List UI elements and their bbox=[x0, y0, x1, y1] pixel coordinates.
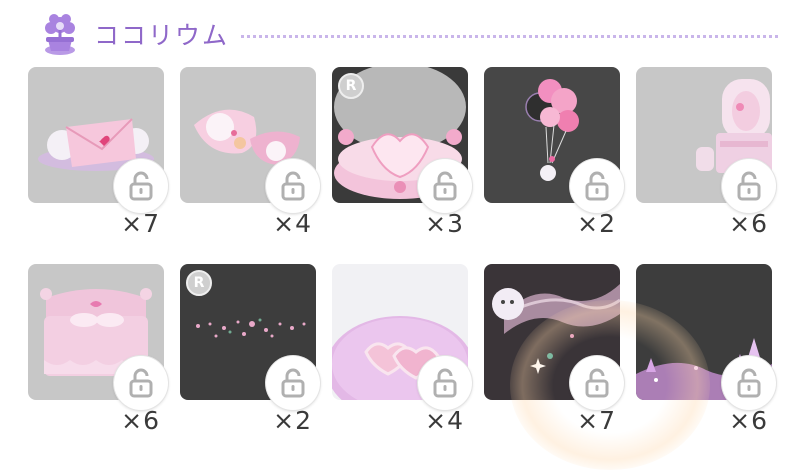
unlock-icon bbox=[129, 171, 153, 201]
unlock-icon bbox=[737, 368, 761, 398]
lock-button[interactable] bbox=[418, 356, 472, 410]
item-count: ×2 bbox=[577, 209, 616, 238]
item-count: ×6 bbox=[729, 406, 768, 435]
unlock-icon bbox=[585, 368, 609, 398]
section-header: ココリウム bbox=[38, 10, 778, 58]
item-grid: ×7 ×4 R ×3 ×2 ×6 ×6 R ×2 ×4 ×7 ×6 bbox=[28, 67, 776, 461]
lock-button[interactable] bbox=[418, 159, 472, 213]
item-count: ×7 bbox=[577, 406, 616, 435]
unlock-icon bbox=[129, 368, 153, 398]
lock-button[interactable] bbox=[570, 159, 624, 213]
lock-button[interactable] bbox=[266, 159, 320, 213]
item-card[interactable]: ×6 bbox=[636, 264, 776, 461]
item-count: ×3 bbox=[425, 209, 464, 238]
item-count: ×6 bbox=[729, 209, 768, 238]
lock-button[interactable] bbox=[722, 356, 776, 410]
unlock-icon bbox=[585, 171, 609, 201]
item-card[interactable]: ×4 bbox=[332, 264, 472, 461]
lock-button[interactable] bbox=[114, 159, 168, 213]
lock-button[interactable] bbox=[722, 159, 776, 213]
dotted-divider bbox=[241, 34, 778, 38]
unlock-icon bbox=[433, 171, 457, 201]
item-card[interactable]: ×4 bbox=[180, 67, 320, 264]
unlock-icon bbox=[433, 368, 457, 398]
item-count: ×6 bbox=[121, 406, 160, 435]
item-card[interactable]: R ×2 bbox=[180, 264, 320, 461]
item-card[interactable]: ×6 bbox=[28, 264, 168, 461]
lock-button[interactable] bbox=[114, 356, 168, 410]
unlock-icon bbox=[281, 368, 305, 398]
unlock-icon bbox=[737, 171, 761, 201]
item-count: ×4 bbox=[425, 406, 464, 435]
lock-button[interactable] bbox=[266, 356, 320, 410]
section-title: ココリウム bbox=[94, 21, 230, 50]
lock-button[interactable] bbox=[570, 356, 624, 410]
item-card[interactable]: ×7 bbox=[484, 264, 624, 461]
rarity-badge: R bbox=[338, 73, 364, 99]
unlock-icon bbox=[281, 171, 305, 201]
rarity-badge: R bbox=[186, 270, 212, 296]
item-card[interactable]: R ×3 bbox=[332, 67, 472, 264]
kokorium-plant-icon bbox=[45, 14, 75, 55]
item-card[interactable]: ×7 bbox=[28, 67, 168, 264]
item-count: ×4 bbox=[273, 209, 312, 238]
item-card[interactable]: ×6 bbox=[636, 67, 776, 264]
item-card[interactable]: ×2 bbox=[484, 67, 624, 264]
item-count: ×7 bbox=[121, 209, 160, 238]
item-count: ×2 bbox=[273, 406, 312, 435]
